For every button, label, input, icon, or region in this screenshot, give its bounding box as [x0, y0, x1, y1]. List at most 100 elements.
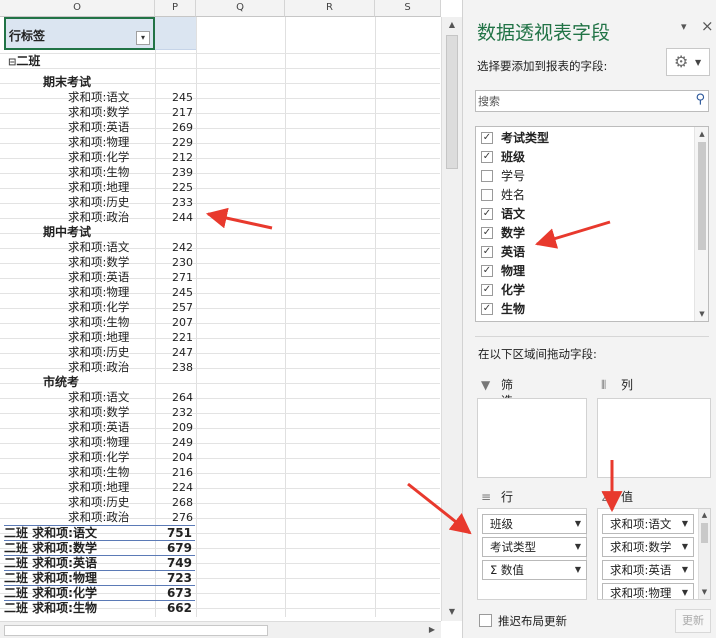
- value-field-pill[interactable]: 求和项:物理 ▼: [602, 583, 694, 599]
- pivot-row[interactable]: 求和项:历史 268: [0, 495, 196, 510]
- field-item[interactable]: ✓ 物理: [476, 262, 692, 281]
- chevron-down-icon[interactable]: ▼: [682, 588, 688, 597]
- exam-group-label[interactable]: 市统考: [43, 375, 79, 390]
- column-header-r[interactable]: R: [285, 0, 375, 17]
- field-checkbox[interactable]: ✓: [481, 303, 493, 315]
- pivot-row[interactable]: 求和项:政治 238: [0, 360, 196, 375]
- field-list[interactable]: ✓ 考试类型 ✓ 班级学号姓名 ✓ 语文 ✓ 数学 ✓ 英语 ✓ 物理 ✓ 化学 ✓ 生物 ✓地理 ▲ ▼: [475, 126, 709, 322]
- value-field-pill[interactable]: 求和项:数学 ▼: [602, 537, 694, 557]
- total-row[interactable]: 二班 求和项:语文 751: [4, 525, 195, 540]
- horizontal-scroll-thumb[interactable]: [4, 625, 268, 636]
- field-item[interactable]: ✓ 语文: [476, 205, 692, 224]
- pane-divider[interactable]: [475, 336, 709, 337]
- chevron-down-icon[interactable]: ▼: [575, 565, 581, 574]
- values-scroll-thumb[interactable]: [701, 523, 708, 543]
- pivot-row[interactable]: 求和项:物理 229: [0, 135, 196, 150]
- chevron-down-icon[interactable]: ▼: [575, 519, 581, 528]
- search-input[interactable]: [476, 91, 684, 111]
- scroll-up-icon[interactable]: ▲: [442, 17, 462, 33]
- scroll-right-icon[interactable]: ▶: [424, 622, 440, 638]
- field-item[interactable]: 学号: [476, 167, 692, 186]
- pivot-row[interactable]: 求和项:英语 271: [0, 270, 196, 285]
- chevron-down-icon[interactable]: ▼: [682, 542, 688, 551]
- exam-group-label[interactable]: 期中考试: [43, 225, 91, 240]
- pivot-row[interactable]: 求和项:政治 244: [0, 210, 196, 225]
- pivot-row[interactable]: 求和项:地理 221: [0, 330, 196, 345]
- row-labels-header-cell[interactable]: 行标签 ▾: [4, 17, 155, 50]
- field-checkbox[interactable]: ✓: [481, 132, 493, 144]
- pivot-row[interactable]: 求和项:生物 239: [0, 165, 196, 180]
- tools-button[interactable]: ⚙ ▼: [666, 48, 710, 76]
- row-field-pill[interactable]: Σ 数值 ▼: [482, 560, 587, 580]
- column-header-p[interactable]: P: [155, 0, 196, 17]
- filter-dropdown-icon[interactable]: ▾: [136, 31, 150, 45]
- defer-update-checkbox[interactable]: [479, 614, 492, 627]
- column-header-q[interactable]: Q: [196, 0, 285, 17]
- pivot-row[interactable]: 求和项:物理 249: [0, 435, 196, 450]
- row-field-pill[interactable]: 考试类型 ▼: [482, 537, 587, 557]
- field-item[interactable]: ✓ 生物: [476, 300, 692, 319]
- scroll-up-icon[interactable]: ▲: [695, 127, 708, 141]
- field-list-scroll-thumb[interactable]: [698, 142, 706, 250]
- field-list-scrollbar[interactable]: ▲ ▼: [694, 127, 708, 321]
- pivot-row[interactable]: 求和项:语文 242: [0, 240, 196, 255]
- field-item[interactable]: ✓ 班级: [476, 148, 692, 167]
- total-row[interactable]: 二班 求和项:化学 673: [4, 585, 195, 600]
- column-header-o[interactable]: O: [0, 0, 155, 17]
- field-item[interactable]: ✓ 化学: [476, 281, 692, 300]
- search-icon[interactable]: ⚲: [695, 92, 705, 107]
- vertical-scroll-thumb[interactable]: [446, 35, 458, 169]
- vertical-scrollbar[interactable]: ▲ ▼: [441, 17, 462, 621]
- pivot-row[interactable]: 求和项:化学 212: [0, 150, 196, 165]
- field-item[interactable]: ✓ 英语: [476, 243, 692, 262]
- pivot-row[interactable]: 求和项:化学 257: [0, 300, 196, 315]
- field-item[interactable]: ✓ 考试类型: [476, 129, 692, 148]
- field-checkbox[interactable]: ✓: [481, 284, 493, 296]
- scroll-up-icon[interactable]: ▲: [699, 509, 710, 521]
- pivot-row[interactable]: 求和项:政治 276: [0, 510, 196, 525]
- pane-options-icon[interactable]: ▾: [681, 20, 687, 33]
- chevron-down-icon[interactable]: ▼: [682, 519, 688, 528]
- value-field-pill[interactable]: 求和项:语文 ▼: [602, 514, 694, 534]
- horizontal-scrollbar[interactable]: ▶: [0, 621, 441, 638]
- pivot-row[interactable]: 求和项:历史 233: [0, 195, 196, 210]
- values-drop-area[interactable]: 求和项:语文 ▼ 求和项:数学 ▼ 求和项:英语 ▼ 求和项:物理 ▼ ▲ ▼: [597, 508, 711, 600]
- field-item[interactable]: 姓名: [476, 186, 692, 205]
- pivot-row[interactable]: 求和项:英语 269: [0, 120, 196, 135]
- chevron-down-icon[interactable]: ▼: [682, 565, 688, 574]
- pivot-row[interactable]: 求和项:语文 245: [0, 90, 196, 105]
- pivot-row[interactable]: 求和项:物理 245: [0, 285, 196, 300]
- filter-drop-area[interactable]: [477, 398, 587, 478]
- field-checkbox[interactable]: [481, 189, 493, 201]
- pivot-row[interactable]: 求和项:化学 204: [0, 450, 196, 465]
- column-header-s[interactable]: S: [375, 0, 441, 17]
- field-item[interactable]: ✓地理: [476, 319, 692, 321]
- row-field-pill[interactable]: 班级 ▼: [482, 514, 587, 534]
- scroll-down-icon[interactable]: ▼: [699, 586, 710, 598]
- columns-drop-area[interactable]: [597, 398, 711, 478]
- field-item[interactable]: ✓ 数学: [476, 224, 692, 243]
- pivot-row[interactable]: 求和项:数学 232: [0, 405, 196, 420]
- field-checkbox[interactable]: [481, 170, 493, 182]
- pivot-row[interactable]: 求和项:地理 225: [0, 180, 196, 195]
- total-row[interactable]: 二班 求和项:数学 679: [4, 540, 195, 555]
- total-row[interactable]: 二班 求和项:英语 749: [4, 555, 195, 570]
- spreadsheet-area[interactable]: OPQRS 行标签 ▾ ⊟二班 期末考试 求和项:语文 245 求和项:数学 217 求和…: [0, 0, 462, 638]
- field-checkbox[interactable]: ✓: [481, 151, 493, 163]
- rows-drop-area[interactable]: 班级 ▼ 考试类型 ▼ Σ 数值 ▼: [477, 508, 587, 600]
- pivot-row[interactable]: 求和项:地理 224: [0, 480, 196, 495]
- field-checkbox[interactable]: ✓: [481, 208, 493, 220]
- field-search-box[interactable]: ⚲: [475, 90, 709, 112]
- close-icon[interactable]: ×: [701, 17, 714, 35]
- scroll-down-icon[interactable]: ▼: [442, 604, 462, 620]
- field-checkbox[interactable]: ✓: [481, 265, 493, 277]
- chevron-down-icon[interactable]: ▼: [575, 542, 581, 551]
- value-field-pill[interactable]: 求和项:英语 ▼: [602, 560, 694, 580]
- pivot-row[interactable]: 求和项:英语 209: [0, 420, 196, 435]
- values-header-cell[interactable]: [155, 17, 196, 50]
- scroll-down-icon[interactable]: ▼: [695, 307, 708, 321]
- class-group-row[interactable]: ⊟二班: [8, 54, 40, 69]
- pivot-row[interactable]: 求和项:历史 247: [0, 345, 196, 360]
- pivot-row[interactable]: 求和项:生物 216: [0, 465, 196, 480]
- total-row[interactable]: 二班 求和项:生物 662: [4, 600, 195, 615]
